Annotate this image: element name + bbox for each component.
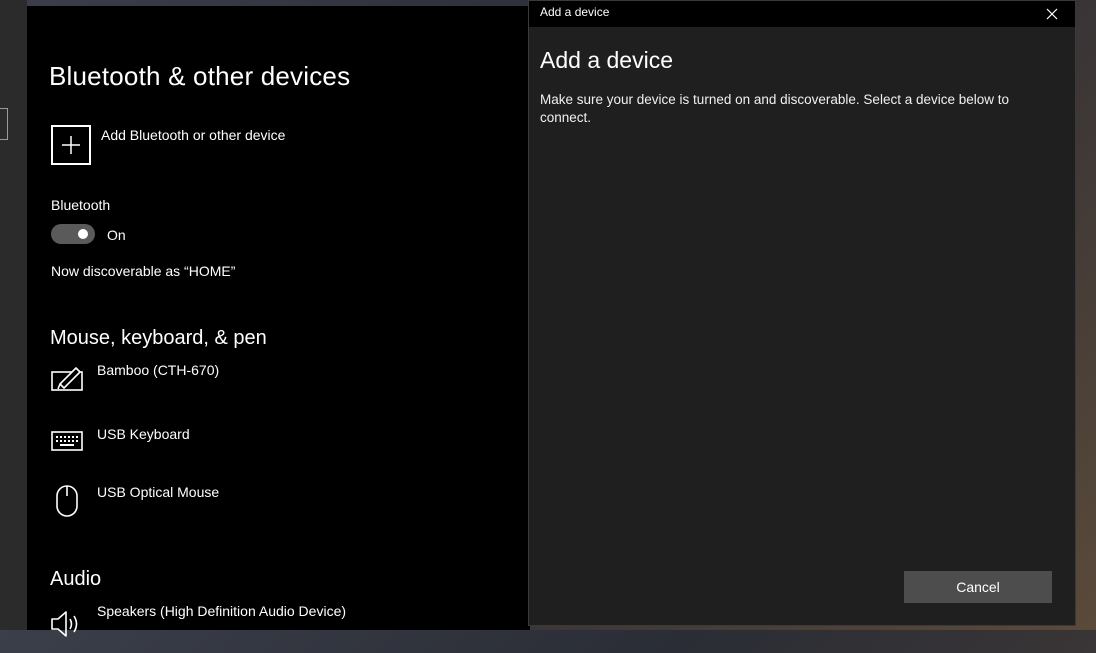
device-item-speakers[interactable]: Speakers (High Definition Audio Device): [49, 603, 509, 653]
settings-window: Bluetooth & other devices Add Bluetooth …: [27, 6, 530, 637]
cancel-button[interactable]: Cancel: [904, 571, 1052, 603]
dialog-window-title: Add a device: [540, 5, 610, 19]
section-heading-audio: Audio: [50, 568, 102, 590]
device-name: Speakers (High Definition Audio Device): [97, 603, 347, 619]
add-device-label[interactable]: Add Bluetooth or other device: [101, 127, 285, 143]
bluetooth-toggle[interactable]: [51, 224, 95, 244]
keyboard-icon: [49, 426, 85, 466]
device-name: USB Optical Mouse: [97, 484, 220, 500]
plus-icon: [62, 136, 80, 154]
discoverable-text: Now discoverable as “HOME”: [51, 263, 236, 279]
background-window-edge: [0, 0, 27, 630]
add-device-button[interactable]: [51, 125, 91, 165]
partial-icon: [0, 108, 8, 140]
device-item-bamboo[interactable]: Bamboo (CTH-670): [49, 362, 509, 412]
dialog-titlebar[interactable]: Add a device: [529, 1, 1075, 27]
close-icon: [1046, 8, 1058, 20]
page-title: Bluetooth & other devices: [49, 61, 351, 91]
bluetooth-heading: Bluetooth: [51, 197, 111, 213]
pen-tablet-icon: [49, 362, 85, 402]
device-item-mouse[interactable]: USB Optical Mouse: [49, 484, 509, 534]
toggle-knob: [78, 229, 88, 239]
mouse-icon: [49, 484, 85, 524]
bluetooth-state-label: On: [107, 227, 126, 243]
dialog-heading: Add a device: [540, 47, 673, 73]
speaker-icon: [49, 603, 85, 643]
add-device-dialog: Add a device Add a device Make sure your…: [528, 0, 1076, 626]
close-button[interactable]: [1029, 1, 1075, 27]
device-name: USB Keyboard: [97, 426, 190, 442]
dialog-description: Make sure your device is turned on and d…: [540, 92, 1010, 125]
device-name: Bamboo (CTH-670): [97, 362, 220, 378]
device-item-keyboard[interactable]: USB Keyboard: [49, 426, 509, 476]
section-heading-input: Mouse, keyboard, & pen: [50, 327, 267, 349]
